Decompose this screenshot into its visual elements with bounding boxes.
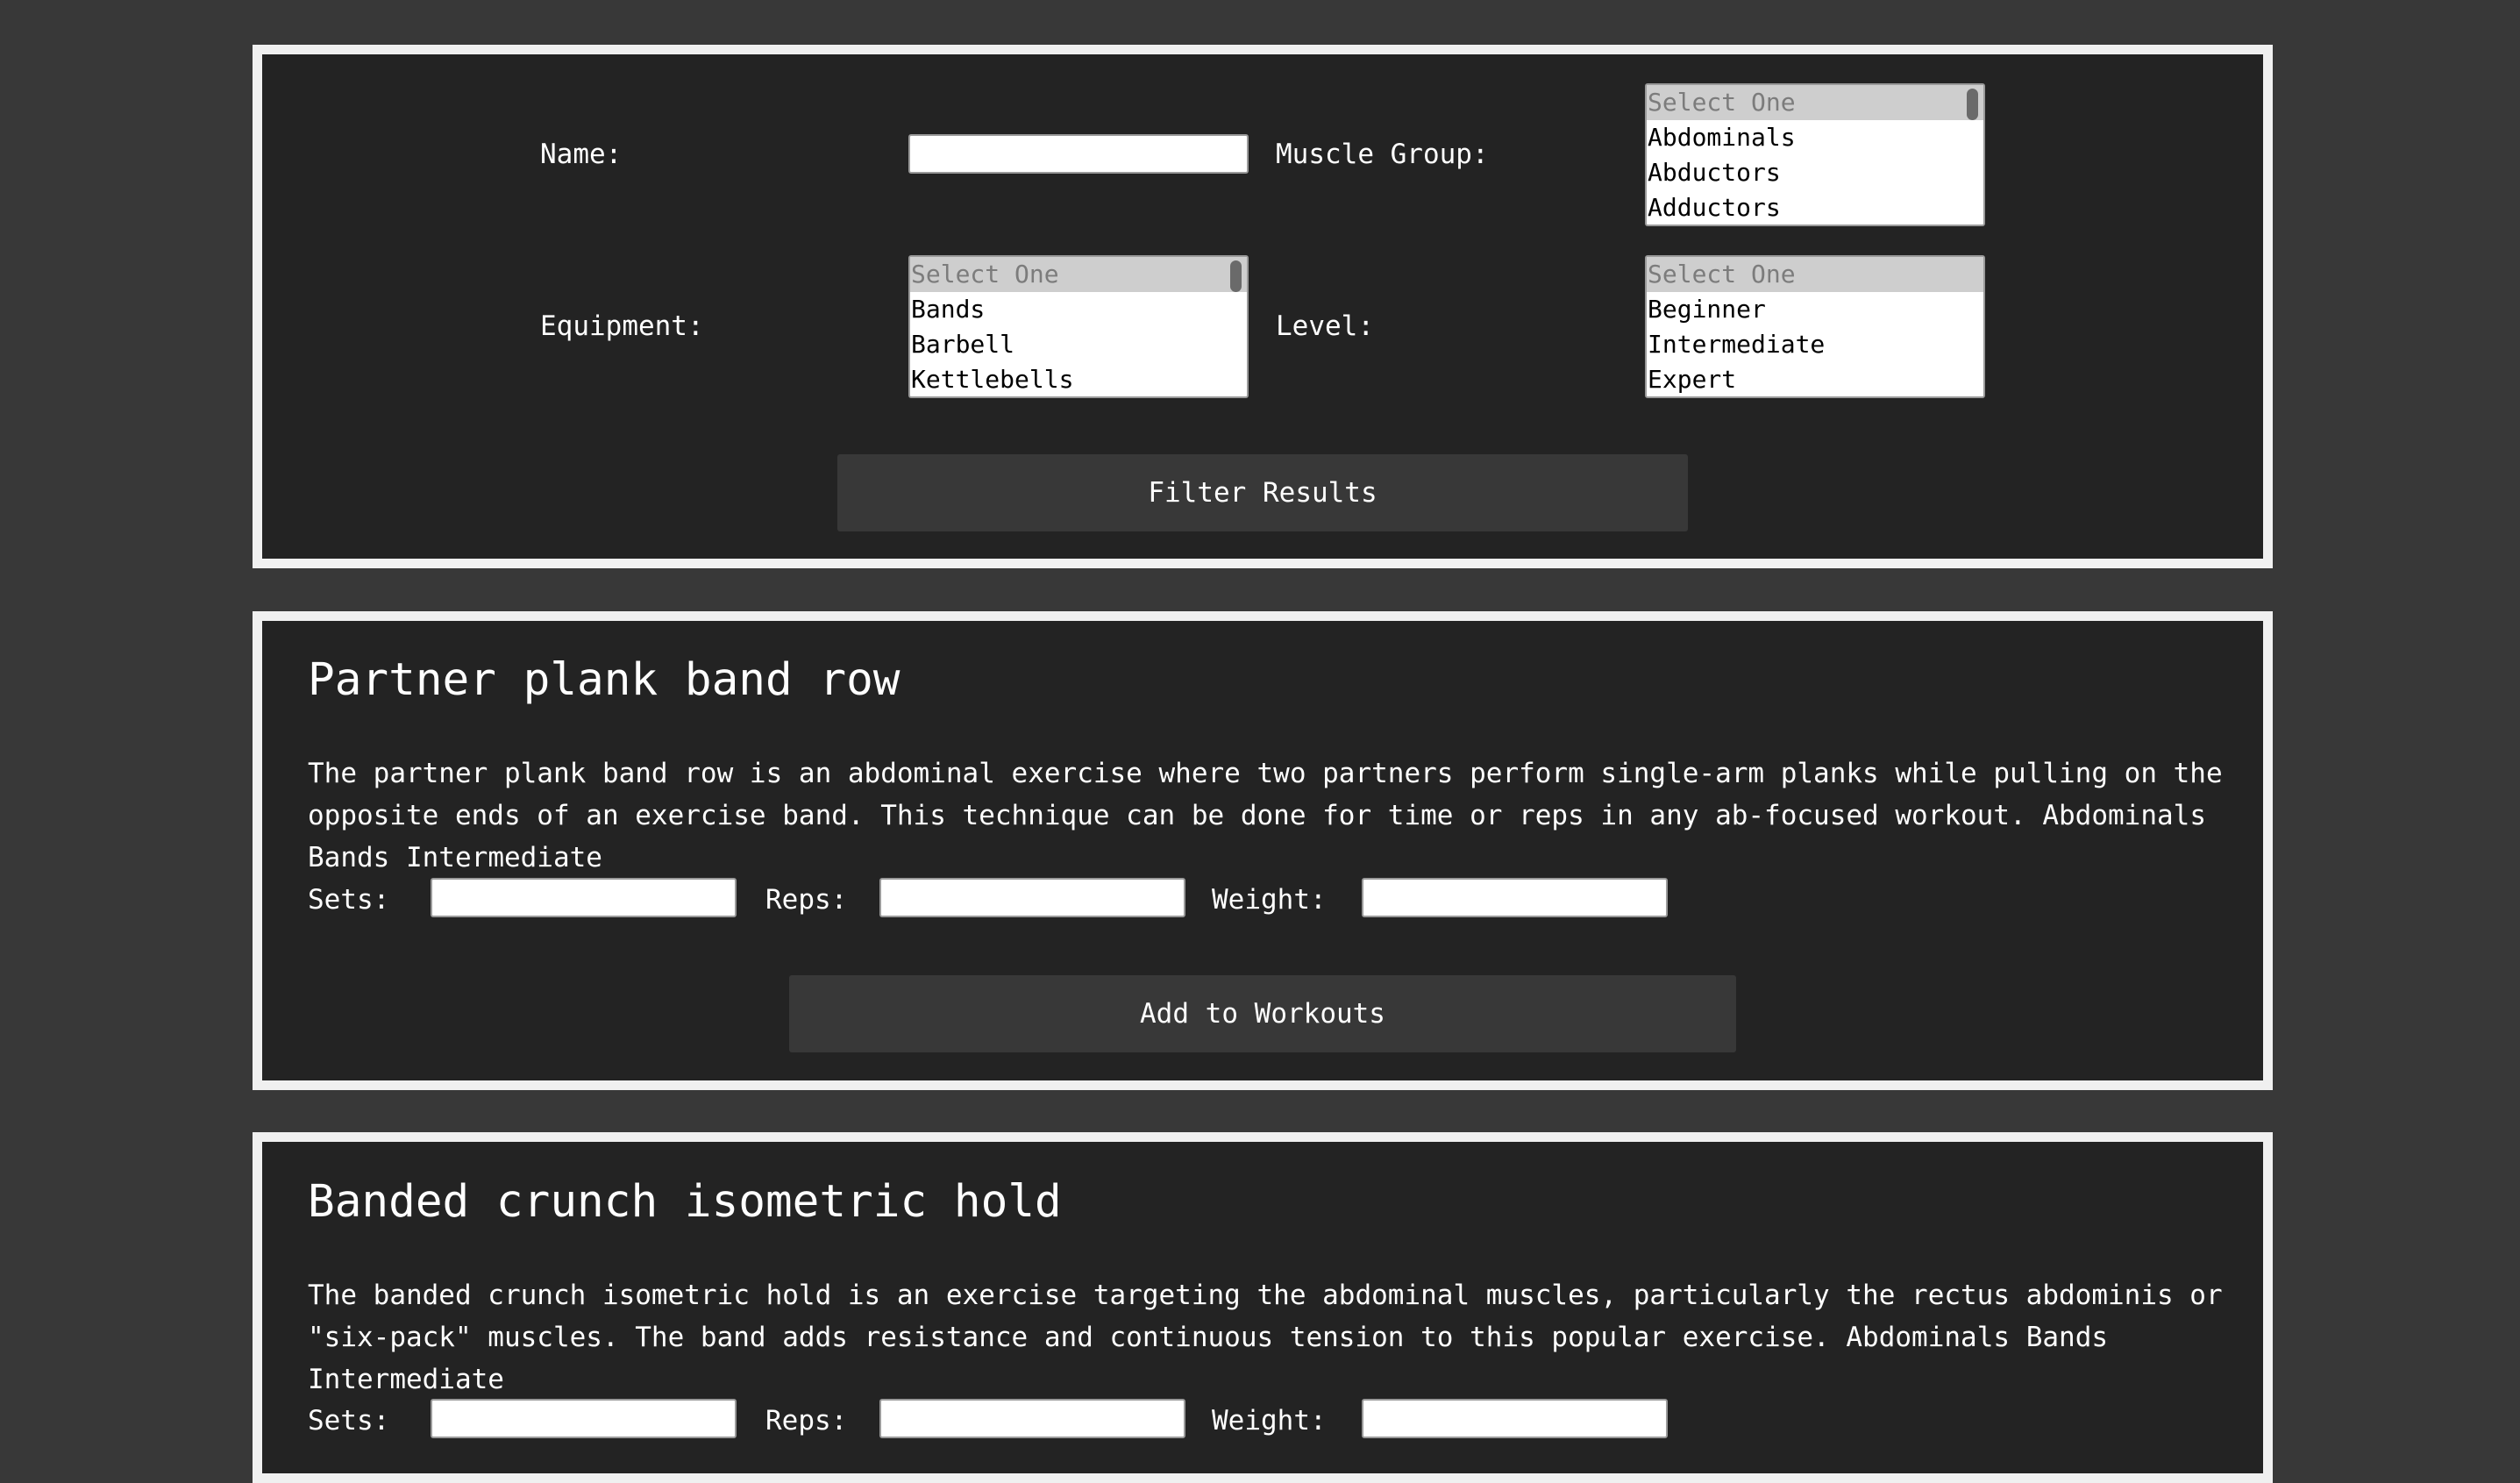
weight-label: Weight: [1212, 1405, 1327, 1437]
equipment-option-kettlebells[interactable]: Kettlebells [910, 362, 1247, 396]
equipment-scrollbar[interactable] [1230, 260, 1242, 292]
sets-input[interactable] [431, 1399, 737, 1438]
equipment-option-barbell[interactable]: Barbell [910, 327, 1247, 362]
reps-input[interactable] [879, 878, 1185, 917]
level-option-expert[interactable]: Expert [1647, 362, 1983, 396]
add-to-workouts-button[interactable]: Add to Workouts [789, 975, 1736, 1052]
exercise-title: Partner plank band row [308, 654, 901, 706]
sets-input[interactable] [431, 878, 737, 917]
level-label: Level: [1276, 310, 1374, 342]
sets-label: Sets: [308, 884, 390, 916]
filter-results-button[interactable]: Filter Results [837, 454, 1688, 531]
exercise-equipment: Bands [2025, 1322, 2109, 1353]
level-option-select-one[interactable]: Select One [1647, 257, 1983, 292]
equipment-option-select-one[interactable]: Select One [910, 257, 1247, 292]
level-option-intermediate[interactable]: Intermediate [1647, 327, 1983, 362]
level-option-beginner[interactable]: Beginner [1647, 292, 1983, 327]
reps-label: Reps: [765, 884, 848, 916]
reps-input[interactable] [879, 1399, 1185, 1438]
equipment-label: Equipment: [540, 310, 704, 342]
exercise-muscle: Abdominals [1846, 1322, 2011, 1353]
level-select[interactable]: Select One Beginner Intermediate Expert [1645, 255, 1985, 398]
muscle-group-scrollbar[interactable] [1967, 89, 1978, 120]
equipment-option-bands[interactable]: Bands [910, 292, 1247, 327]
exercise-title: Banded crunch isometric hold [308, 1176, 1062, 1228]
muscle-option-abductors[interactable]: Abductors [1647, 155, 1983, 190]
sets-label: Sets: [308, 1405, 390, 1437]
muscle-option-adductors[interactable]: Adductors [1647, 190, 1983, 225]
exercise-description: The partner plank band row is an abdomin… [308, 752, 2237, 879]
name-label: Name: [540, 139, 623, 170]
exercise-level: Intermediate [406, 842, 602, 873]
exercise-equipment: Bands [308, 842, 390, 873]
name-input[interactable] [908, 134, 1249, 174]
exercise-level: Intermediate [308, 1364, 504, 1395]
weight-label: Weight: [1212, 884, 1327, 916]
muscle-group-select[interactable]: Select One Abdominals Abductors Adductor… [1645, 83, 1985, 226]
weight-input[interactable] [1362, 1399, 1668, 1438]
equipment-select[interactable]: Select One Bands Barbell Kettlebells [908, 255, 1249, 398]
muscle-option-abdominals[interactable]: Abdominals [1647, 120, 1983, 155]
exercise-description: The banded crunch isometric hold is an e… [308, 1274, 2237, 1401]
weight-input[interactable] [1362, 878, 1668, 917]
muscle-group-label: Muscle Group: [1276, 139, 1489, 170]
muscle-option-select-one[interactable]: Select One [1647, 85, 1983, 120]
exercise-description-text: The partner plank band row is an abdomin… [308, 758, 2223, 831]
reps-label: Reps: [765, 1405, 848, 1437]
exercise-muscle: Abdominals [2042, 800, 2206, 831]
